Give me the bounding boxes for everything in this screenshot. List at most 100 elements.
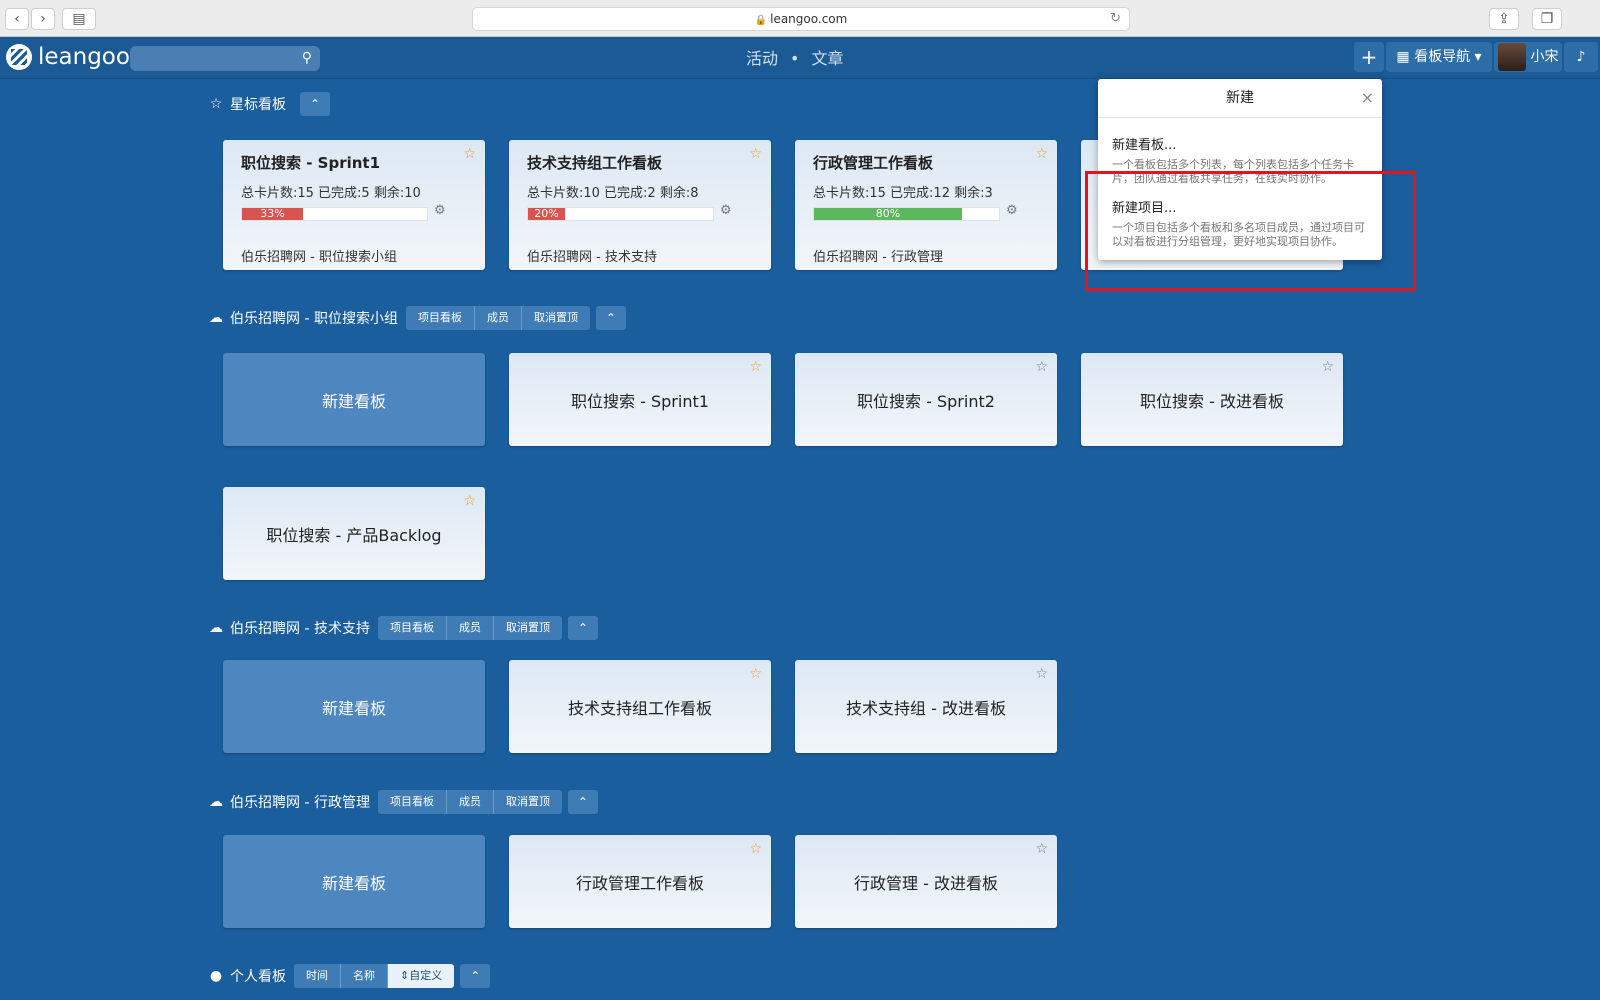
new-board-card[interactable]: 新建看板 bbox=[223, 835, 485, 928]
board-title: 职位搜索 - Sprint1 bbox=[241, 154, 381, 172]
project-boards-button[interactable]: 项目看板 bbox=[377, 616, 447, 640]
sort-time-button[interactable]: 时间 bbox=[294, 964, 341, 988]
logo[interactable]: leangoo bbox=[6, 43, 130, 71]
project-boards-button[interactable]: 项目看板 bbox=[405, 306, 475, 330]
star-outline-icon[interactable]: ☆ bbox=[1035, 841, 1048, 857]
project-name: 伯乐招聘网 - 行政管理 bbox=[813, 250, 943, 265]
progress-bar: 80% bbox=[813, 207, 1000, 221]
project-name: 伯乐招聘网 - 职位搜索小组 bbox=[241, 250, 397, 265]
add-button[interactable]: + bbox=[1354, 42, 1384, 72]
project-boards-button[interactable]: 项目看板 bbox=[377, 790, 447, 814]
project-icon: ☁ bbox=[209, 310, 223, 326]
activity-link[interactable]: 活动 bbox=[746, 49, 778, 68]
collapse-button[interactable]: ⌃ bbox=[460, 964, 491, 988]
star-icon[interactable]: ☆ bbox=[749, 841, 762, 857]
star-icon[interactable]: ☆ bbox=[749, 359, 762, 375]
gear-icon[interactable]: ⚙ bbox=[434, 203, 446, 218]
popover-title: 新建 bbox=[1226, 90, 1254, 106]
avatar bbox=[1497, 43, 1526, 71]
project-title: 伯乐招聘网 - 职位搜索小组 bbox=[230, 311, 398, 327]
starred-board-card[interactable]: 职位搜索 - Sprint1 ☆ 总卡片数:15 已完成:5 剩余:10 33%… bbox=[223, 140, 485, 270]
nav-separator: • bbox=[790, 49, 800, 68]
project-icon: ☁ bbox=[209, 620, 223, 636]
reload-icon[interactable]: ↻ bbox=[1110, 8, 1121, 30]
unpin-button[interactable]: 取消置顶 bbox=[493, 616, 562, 640]
caret-down-icon: ▾ bbox=[1470, 49, 1482, 65]
board-title: 职位搜索 - Sprint2 bbox=[857, 391, 995, 411]
star-icon[interactable]: ☆ bbox=[749, 666, 762, 682]
board-title: 行政管理工作看板 bbox=[575, 873, 704, 893]
tabs-button[interactable]: ❐ bbox=[1532, 8, 1562, 30]
new-board-label: 新建看板 bbox=[321, 391, 386, 411]
project-section-header: ☁ 伯乐招聘网 - 行政管理 项目看板 成员 取消置顶 ⌃ bbox=[206, 790, 598, 814]
project-title: 伯乐招聘网 - 技术支持 bbox=[230, 621, 370, 637]
articles-link[interactable]: 文章 bbox=[811, 49, 843, 68]
search-input[interactable]: ⚲ bbox=[130, 46, 320, 71]
star-icon[interactable]: ☆ bbox=[463, 146, 476, 162]
sort-custom-button[interactable]: ⇕自定义 bbox=[388, 964, 455, 988]
board-summary: 总卡片数:15 已完成:5 剩余:10 bbox=[241, 186, 421, 201]
star-outline-icon[interactable]: ☆ bbox=[1035, 666, 1048, 682]
project-section-header: ☁ 伯乐招聘网 - 职位搜索小组 项目看板 成员 取消置顶 ⌃ bbox=[206, 306, 626, 330]
logo-text: leangoo bbox=[38, 44, 130, 70]
star-outline-icon: ☆ bbox=[209, 96, 223, 112]
new-board-card[interactable]: 新建看板 bbox=[223, 660, 485, 753]
unpin-button[interactable]: 取消置顶 bbox=[521, 306, 590, 330]
star-icon[interactable]: ☆ bbox=[749, 146, 762, 162]
sidebar-toggle-button[interactable]: ▤ bbox=[62, 8, 96, 30]
collapse-button[interactable]: ⌃ bbox=[567, 616, 598, 640]
collapse-button[interactable]: ⌃ bbox=[567, 790, 598, 814]
board-summary: 总卡片数:10 已完成:2 剩余:8 bbox=[527, 186, 699, 201]
back-button[interactable]: ‹ bbox=[5, 8, 29, 30]
personal-section-header: ● 个人看板 时间 名称 ⇕自定义 ⌃ bbox=[206, 964, 491, 988]
star-icon[interactable]: ☆ bbox=[463, 493, 476, 509]
grid-icon: ▦ bbox=[1396, 49, 1415, 65]
collapse-button[interactable]: ⌃ bbox=[300, 92, 330, 116]
progress-fill: 20% bbox=[528, 208, 565, 220]
close-icon[interactable]: × bbox=[1361, 79, 1374, 117]
project-icon: ☁ bbox=[209, 794, 223, 810]
bell-icon[interactable]: ♪ bbox=[1564, 42, 1598, 72]
board-card[interactable]: 职位搜索 - Sprint1 ☆ bbox=[509, 353, 771, 446]
star-icon[interactable]: ☆ bbox=[1035, 146, 1048, 162]
starred-board-card[interactable]: 行政管理工作看板 ☆ 总卡片数:15 已完成:12 剩余:3 80% ⚙ 伯乐招… bbox=[795, 140, 1057, 270]
project-section-header: ☁ 伯乐招聘网 - 技术支持 项目看板 成员 取消置顶 ⌃ bbox=[206, 616, 598, 640]
gear-icon[interactable]: ⚙ bbox=[720, 203, 732, 218]
star-outline-icon[interactable]: ☆ bbox=[1035, 359, 1048, 375]
lock-icon: 🔒 bbox=[754, 15, 768, 26]
popover-header: 新建 × bbox=[1098, 79, 1382, 118]
top-navigation: leangoo ⚲ 活动 • 文章 + ▦ 看板导航 ▾ 小宋 ♪ bbox=[0, 37, 1600, 79]
star-outline-icon[interactable]: ☆ bbox=[1321, 359, 1334, 375]
new-board-card[interactable]: 新建看板 bbox=[223, 353, 485, 446]
starred-board-card[interactable]: 技术支持组工作看板 ☆ 总卡片数:10 已完成:2 剩余:8 20% ⚙ 伯乐招… bbox=[509, 140, 771, 270]
board-title: 职位搜索 - 产品Backlog bbox=[266, 525, 442, 545]
address-bar[interactable]: 🔒 leangoo.com ↻ bbox=[472, 7, 1130, 31]
progress-fill: 80% bbox=[814, 208, 962, 220]
project-title: 伯乐招聘网 - 行政管理 bbox=[230, 795, 370, 811]
sort-name-button[interactable]: 名称 bbox=[341, 964, 388, 988]
board-card[interactable]: 职位搜索 - 改进看板 ☆ bbox=[1081, 353, 1343, 446]
search-icon[interactable]: ⚲ bbox=[302, 50, 312, 66]
collapse-button[interactable]: ⌃ bbox=[595, 306, 626, 330]
browser-toolbar: ‹ › ▤ 🔒 leangoo.com ↻ ⇪ ❐ bbox=[0, 0, 1600, 37]
board-card[interactable]: 行政管理工作看板 ☆ bbox=[509, 835, 771, 928]
board-nav-label: 看板导航 bbox=[1414, 49, 1471, 65]
project-actions: 项目看板 成员 取消置顶 bbox=[377, 790, 562, 814]
board-card[interactable]: 技术支持组 - 改进看板 ☆ bbox=[795, 660, 1057, 753]
user-menu[interactable]: 小宋 bbox=[1494, 42, 1562, 72]
members-button[interactable]: 成员 bbox=[446, 616, 494, 640]
board-card[interactable]: 行政管理 - 改进看板 ☆ bbox=[795, 835, 1057, 928]
board-card[interactable]: 技术支持组工作看板 ☆ bbox=[509, 660, 771, 753]
right-nav: + ▦ 看板导航 ▾ 小宋 ♪ bbox=[1354, 41, 1600, 73]
board-nav-button[interactable]: ▦ 看板导航 ▾ bbox=[1386, 42, 1492, 72]
forward-button[interactable]: › bbox=[31, 8, 55, 30]
unpin-button[interactable]: 取消置顶 bbox=[493, 790, 562, 814]
board-title: 职位搜索 - Sprint1 bbox=[571, 391, 709, 411]
gear-icon[interactable]: ⚙ bbox=[1006, 203, 1018, 218]
board-card[interactable]: 职位搜索 - 产品Backlog ☆ bbox=[223, 487, 485, 580]
share-button[interactable]: ⇪ bbox=[1489, 8, 1519, 30]
board-card[interactable]: 职位搜索 - Sprint2 ☆ bbox=[795, 353, 1057, 446]
members-button[interactable]: 成员 bbox=[446, 790, 494, 814]
url-text: leangoo.com bbox=[770, 12, 848, 26]
members-button[interactable]: 成员 bbox=[474, 306, 522, 330]
